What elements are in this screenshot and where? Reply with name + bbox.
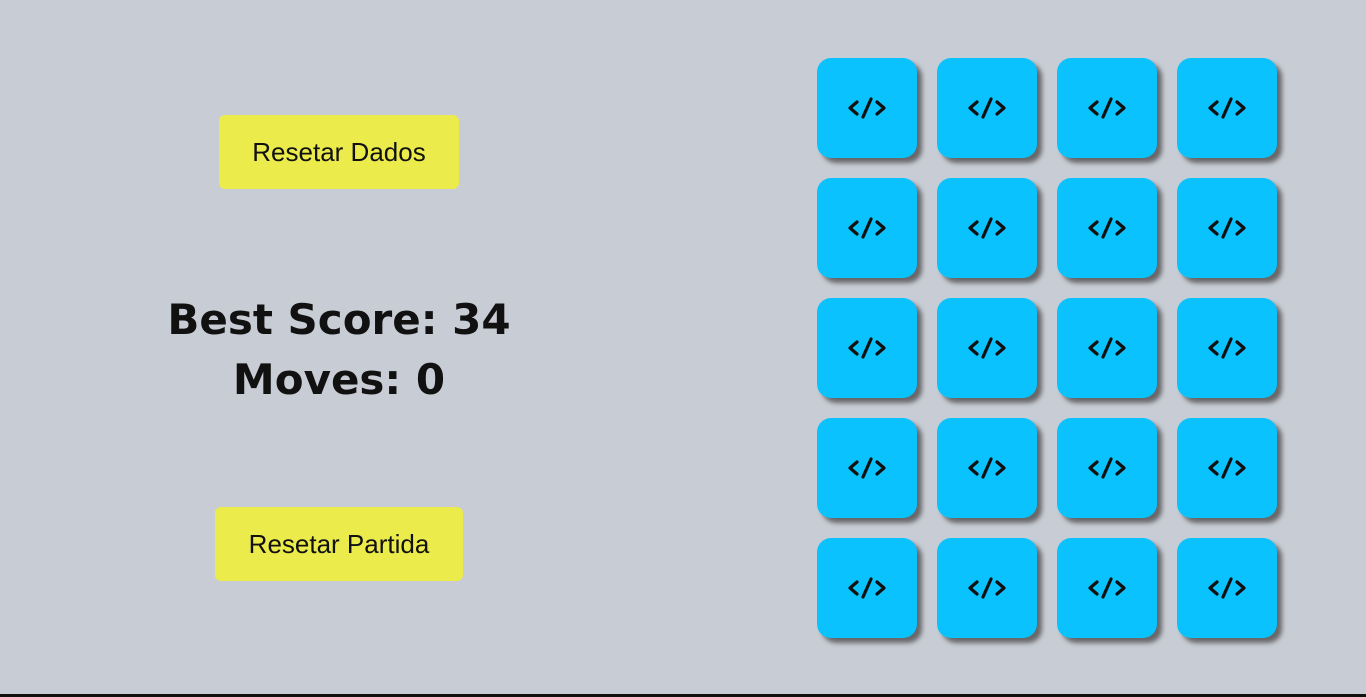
memory-card[interactable] <box>937 298 1037 398</box>
memory-card[interactable] <box>1057 58 1157 158</box>
code-icon <box>848 457 886 479</box>
code-icon <box>1088 97 1126 119</box>
memory-card[interactable] <box>937 418 1037 518</box>
code-icon <box>1088 457 1126 479</box>
memory-card[interactable] <box>817 298 917 398</box>
code-icon <box>1208 97 1246 119</box>
memory-card[interactable] <box>1057 538 1157 638</box>
memory-card[interactable] <box>1177 58 1277 158</box>
card-board <box>817 58 1277 638</box>
code-icon <box>968 337 1006 359</box>
memory-card[interactable] <box>1177 298 1277 398</box>
code-icon <box>1088 577 1126 599</box>
reset-match-button[interactable]: Resetar Partida <box>215 507 463 581</box>
memory-card[interactable] <box>817 418 917 518</box>
code-icon <box>968 97 1006 119</box>
reset-data-button[interactable]: Resetar Dados <box>219 115 459 189</box>
best-score-label: Best Score: 34 <box>167 295 511 344</box>
memory-card[interactable] <box>1057 178 1157 278</box>
code-icon <box>968 577 1006 599</box>
code-icon <box>1208 457 1246 479</box>
code-icon <box>848 217 886 239</box>
code-icon <box>1208 217 1246 239</box>
code-icon <box>1208 337 1246 359</box>
memory-card[interactable] <box>1177 538 1277 638</box>
code-icon <box>848 577 886 599</box>
memory-card[interactable] <box>1177 418 1277 518</box>
score-panel: Best Score: 34 Moves: 0 <box>120 290 558 410</box>
code-icon <box>1088 337 1126 359</box>
memory-card[interactable] <box>817 178 917 278</box>
code-icon <box>968 457 1006 479</box>
memory-card[interactable] <box>817 538 917 638</box>
moves-counter: Moves: 0 <box>232 355 446 404</box>
code-icon <box>848 97 886 119</box>
memory-card[interactable] <box>1057 298 1157 398</box>
code-icon <box>1208 577 1246 599</box>
memory-card[interactable] <box>817 58 917 158</box>
code-icon <box>1088 217 1126 239</box>
memory-card[interactable] <box>937 58 1037 158</box>
code-icon <box>848 337 886 359</box>
memory-card[interactable] <box>937 538 1037 638</box>
memory-card[interactable] <box>1057 418 1157 518</box>
code-icon <box>968 217 1006 239</box>
memory-card[interactable] <box>1177 178 1277 278</box>
memory-card[interactable] <box>937 178 1037 278</box>
